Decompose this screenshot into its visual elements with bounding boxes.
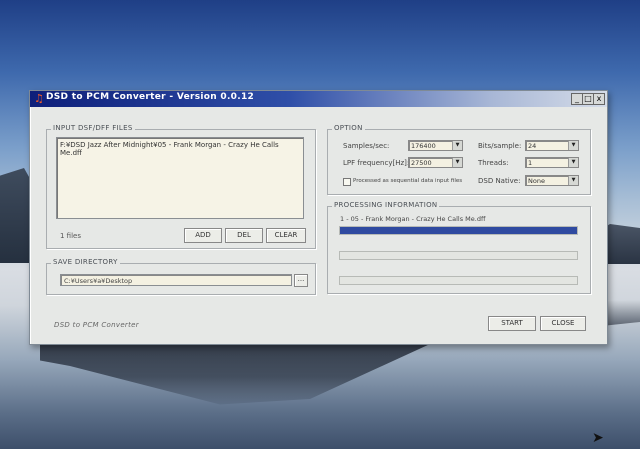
input-file-list[interactable]: F:¥DSD Jazz After Midnight¥05 - Frank Mo… (56, 137, 304, 219)
converter-window: ♫ DSD to PCM Converter - Version 0.0.12 … (29, 90, 608, 345)
save-directory-group-label: SAVE DIRECTORY (51, 258, 120, 266)
chevron-down-icon[interactable]: ▼ (452, 158, 462, 167)
mouse-cursor-icon: ➤ (592, 430, 604, 446)
lpf-select[interactable]: 27500 ▼ (408, 157, 463, 168)
browse-button[interactable]: ... (294, 274, 308, 287)
clear-button[interactable]: CLEAR (266, 228, 306, 243)
input-files-group-label: INPUT DSF/DFF FILES (51, 124, 135, 132)
progress-bar-file-fill (340, 227, 577, 234)
file-count: 1 files (60, 232, 81, 240)
threads-select[interactable]: 1 ▼ (525, 157, 579, 168)
chevron-down-icon[interactable]: ▼ (568, 176, 578, 185)
threads-value: 1 (528, 159, 533, 167)
option-group-label: OPTION (332, 124, 365, 132)
threads-label: Threads: (478, 159, 509, 167)
samples-select[interactable]: 176400 ▼ (408, 140, 463, 151)
start-button[interactable]: START (488, 316, 536, 331)
app-icon: ♫ (34, 92, 44, 105)
title-bar[interactable]: ♫ DSD to PCM Converter - Version 0.0.12 … (30, 91, 607, 107)
bits-label: Bits/sample: (478, 142, 522, 150)
native-value: None (528, 177, 545, 185)
chevron-down-icon[interactable]: ▼ (568, 158, 578, 167)
samples-label: Samples/sec: (343, 142, 390, 150)
sequential-checkbox[interactable] (343, 178, 351, 186)
chevron-down-icon[interactable]: ▼ (568, 141, 578, 150)
add-button[interactable]: ADD (184, 228, 222, 243)
lpf-value: 27500 (411, 159, 432, 167)
current-file-label: 1 - 05 - Frank Morgan - Crazy He Calls M… (340, 215, 486, 223)
native-select[interactable]: None ▼ (525, 175, 579, 186)
window-title: DSD to PCM Converter - Version 0.0.12 (46, 92, 255, 102)
list-item[interactable]: F:¥DSD Jazz After Midnight¥05 - Frank Mo… (60, 141, 300, 157)
bits-select[interactable]: 24 ▼ (525, 140, 579, 151)
processing-group-label: PROCESSING INFORMATION (332, 201, 440, 209)
lpf-label: LPF frequency[Hz]: (343, 159, 410, 167)
chevron-down-icon[interactable]: ▼ (452, 141, 462, 150)
progress-bar-3 (339, 276, 578, 285)
progress-bar-file (339, 226, 578, 235)
samples-value: 176400 (411, 142, 436, 150)
del-button[interactable]: DEL (225, 228, 263, 243)
progress-bar-2 (339, 251, 578, 260)
sequential-label: Processed as sequential data input files (353, 178, 463, 184)
close-button[interactable]: CLOSE (540, 316, 586, 331)
save-directory-field[interactable]: C:¥Users¥a¥Desktop (60, 274, 292, 286)
native-label: DSD Native: (478, 177, 521, 185)
close-window-button[interactable]: x (593, 93, 605, 105)
bits-value: 24 (528, 142, 537, 150)
footer-brand: DSD to PCM Converter (54, 321, 139, 329)
